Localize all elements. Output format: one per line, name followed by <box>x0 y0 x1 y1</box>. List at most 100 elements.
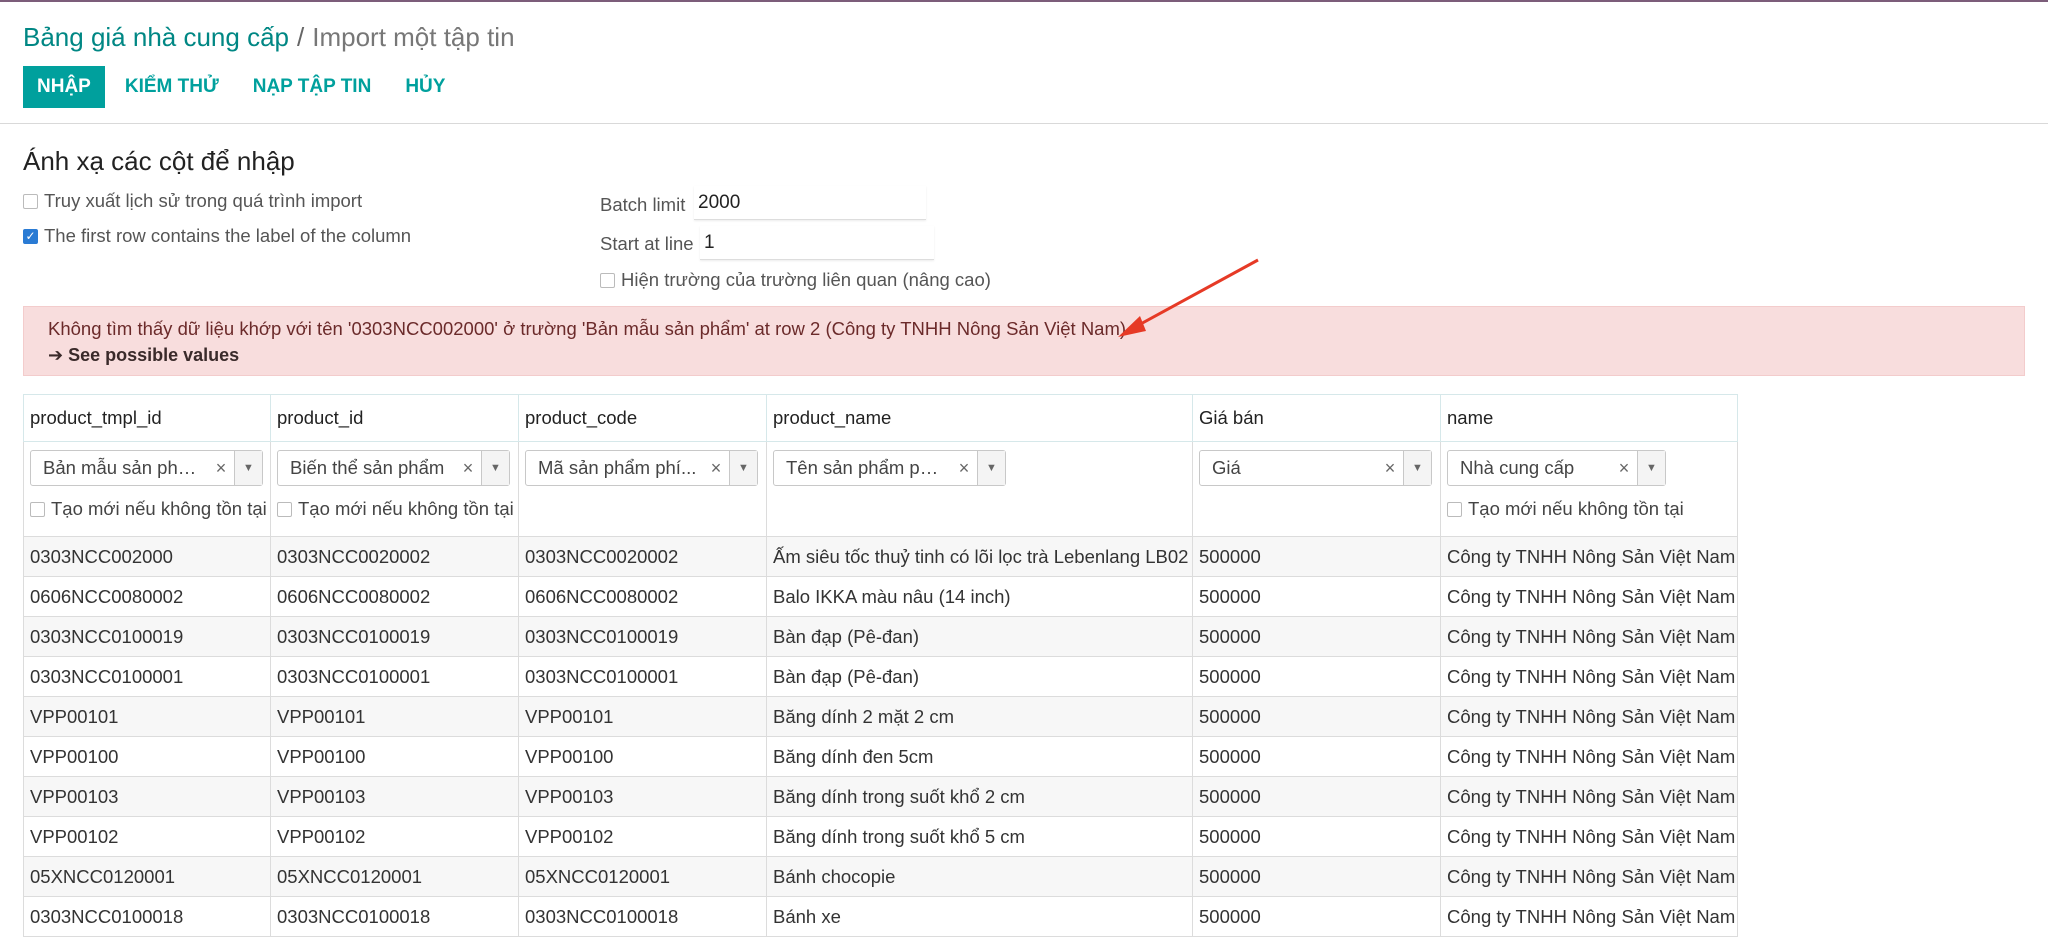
field-mapping-value: Bản mẫu sản phẩm <box>43 457 204 478</box>
breadcrumb-current: Import một tập tin <box>312 22 515 52</box>
table-cell: Công ty TNHH Nông Sản Việt Nam <box>1440 656 1738 697</box>
table-cell: Công ty TNHH Nông Sản Việt Nam <box>1440 616 1738 657</box>
show-related-option[interactable]: Hiện trường của trường liên quan (nâng c… <box>600 269 991 291</box>
table-cell: 500000 <box>1192 656 1441 697</box>
show-related-label: Hiện trường của trường liên quan (nâng c… <box>621 269 991 290</box>
clear-icon[interactable]: × <box>208 458 234 479</box>
column-mapping-cell: Mã sản phẩm phí... × ▼ <box>518 441 767 537</box>
field-mapping-select[interactable]: Biến thể sản phẩm × ▼ <box>277 450 510 486</box>
load-file-button[interactable]: NẠP TẬP TIN <box>239 66 386 108</box>
field-mapping-select[interactable]: Bản mẫu sản phẩm × ▼ <box>30 450 263 486</box>
table-cell: Bàn đạp (Pê-đan) <box>766 656 1193 697</box>
clear-icon[interactable]: × <box>1611 458 1637 479</box>
field-mapping-select[interactable]: Nhà cung cấp × ▼ <box>1447 450 1666 486</box>
first-row-header-checkbox[interactable]: ✓ <box>23 228 38 244</box>
breadcrumb-separator: / <box>297 22 305 52</box>
preview-rows: 0303NCC002000 0303NCC0020002 0303NCC002000… <box>23 536 1738 937</box>
table-cell: 0303NCC0100001 <box>270 656 519 697</box>
clear-icon[interactable]: × <box>703 458 729 479</box>
field-mapping-select[interactable]: Giá × ▼ <box>1199 450 1432 486</box>
start-at-line-label: Start at line <box>600 233 694 254</box>
first-row-header-option[interactable]: ✓ The first row contains the label of th… <box>23 225 411 247</box>
table-cell: 0303NCC0100001 <box>518 656 767 697</box>
table-cell: 500000 <box>1192 896 1441 937</box>
table-row: 0303NCC0100001 0303NCC0100001 0303NCC01000… <box>23 656 1738 697</box>
see-possible-values-link[interactable]: ➔ See possible values <box>48 345 239 366</box>
show-related-checkbox[interactable] <box>600 272 615 288</box>
clear-icon[interactable]: × <box>455 458 481 479</box>
create-if-missing-checkbox[interactable] <box>30 501 45 517</box>
test-button[interactable]: KIỂM THỬ <box>111 66 233 108</box>
see-possible-values-label: See possible values <box>68 345 240 365</box>
table-row: VPP00100 VPP00100 VPP00100 Băng dính đen 5c… <box>23 736 1738 777</box>
track-history-option[interactable]: Truy xuất lịch sử trong quá trình import <box>23 190 362 212</box>
import-button[interactable]: NHẬP <box>23 66 105 108</box>
field-mapping-value: Nhà cung cấp <box>1460 457 1575 478</box>
chevron-down-icon[interactable]: ▼ <box>1637 451 1665 485</box>
table-cell: 0303NCC0100019 <box>23 616 271 657</box>
table-cell: Bàn đạp (Pê-đan) <box>766 616 1193 657</box>
start-at-line-input[interactable]: 1 <box>700 226 934 260</box>
field-mapping-select[interactable]: Tên sản phẩm phí... × ▼ <box>773 450 1006 486</box>
table-cell: VPP00101 <box>23 696 271 737</box>
breadcrumb-parent-link[interactable]: Bảng giá nhà cung cấp <box>23 22 289 52</box>
error-message: Không tìm thấy dữ liệu khớp với tên '030… <box>48 318 1127 339</box>
create-if-missing-option[interactable]: Tạo mới nếu không tồn tại <box>277 498 514 520</box>
batch-limit-input[interactable]: 2000 <box>694 186 926 220</box>
create-if-missing-label: Tạo mới nếu không tồn tại <box>51 498 267 519</box>
create-if-missing-checkbox[interactable] <box>277 501 292 517</box>
create-if-missing-option[interactable]: Tạo mới nếu không tồn tại <box>30 498 267 520</box>
table-cell: Công ty TNHH Nông Sản Việt Nam <box>1440 896 1738 937</box>
table-cell: 0606NCC0080002 <box>270 576 519 617</box>
column-mapping-cell: Giá × ▼ <box>1192 441 1441 537</box>
track-history-checkbox[interactable] <box>23 193 38 209</box>
column-header: Giá bán <box>1192 394 1441 442</box>
table-cell: 0303NCC0020002 <box>518 536 767 577</box>
table-cell: VPP00103 <box>270 776 519 817</box>
table-cell: 05XNCC0120001 <box>270 856 519 897</box>
table-cell: Công ty TNHH Nông Sản Việt Nam <box>1440 696 1738 737</box>
table-cell: Công ty TNHH Nông Sản Việt Nam <box>1440 536 1738 577</box>
table-row: 0303NCC0100019 0303NCC0100019 0303NCC01000… <box>23 616 1738 657</box>
table-cell: 500000 <box>1192 816 1441 857</box>
table-row: VPP00101 VPP00101 VPP00101 Băng dính 2 mặt … <box>23 696 1738 737</box>
table-row: VPP00103 VPP00103 VPP00103 Băng dính trong … <box>23 776 1738 817</box>
column-mapping-cell: Biến thể sản phẩm × ▼ Tạo mới nếu không tồn… <box>270 441 519 537</box>
clear-icon[interactable]: × <box>951 458 977 479</box>
column-header: product_code <box>518 394 767 442</box>
import-preview-table-wrapper: product_tmpl_id product_id product_code pro… <box>23 394 1738 937</box>
first-row-header-label: The first row contains the label of the … <box>44 225 412 246</box>
clear-icon[interactable]: × <box>1377 458 1403 479</box>
column-header: name <box>1440 394 1738 442</box>
table-cell: Công ty TNHH Nông Sản Việt Nam <box>1440 576 1738 617</box>
table-cell: Băng dính trong suốt khổ 2 cm <box>766 776 1193 817</box>
track-history-label: Truy xuất lịch sử trong quá trình import <box>44 190 363 211</box>
chevron-down-icon[interactable]: ▼ <box>1403 451 1431 485</box>
table-cell: 0303NCC0100019 <box>270 616 519 657</box>
column-header: product_name <box>766 394 1193 442</box>
table-cell: VPP00103 <box>23 776 271 817</box>
table-cell: Công ty TNHH Nông Sản Việt Nam <box>1440 816 1738 857</box>
column-header: product_id <box>270 394 519 442</box>
table-cell: VPP00100 <box>270 736 519 777</box>
chevron-down-icon[interactable]: ▼ <box>729 451 757 485</box>
chevron-down-icon[interactable]: ▼ <box>977 451 1005 485</box>
table-cell: 500000 <box>1192 736 1441 777</box>
create-if-missing-checkbox[interactable] <box>1447 501 1462 517</box>
table-cell: VPP00102 <box>518 816 767 857</box>
batch-limit-label: Batch limit <box>600 194 686 215</box>
table-cell: Balo IKKA màu nâu (14 inch) <box>766 576 1193 617</box>
chevron-down-icon[interactable]: ▼ <box>234 451 262 485</box>
column-mapping-cell: Bản mẫu sản phẩm × ▼ Tạo mới nếu không tồn … <box>23 441 271 537</box>
table-cell: 0303NCC0020002 <box>270 536 519 577</box>
cancel-button[interactable]: HỦY <box>391 66 459 108</box>
table-cell: VPP00101 <box>518 696 767 737</box>
table-cell: Công ty TNHH Nông Sản Việt Nam <box>1440 736 1738 777</box>
field-mapping-value: Biến thể sản phẩm <box>290 457 445 478</box>
chevron-down-icon[interactable]: ▼ <box>481 451 509 485</box>
table-cell: Băng dính 2 mặt 2 cm <box>766 696 1193 737</box>
field-mapping-select[interactable]: Mã sản phẩm phí... × ▼ <box>525 450 758 486</box>
field-mapping-value: Giá <box>1212 457 1241 478</box>
control-panel: Bảng giá nhà cung cấp / Import một tập tin… <box>0 2 2048 124</box>
create-if-missing-option[interactable]: Tạo mới nếu không tồn tại <box>1447 498 1731 520</box>
